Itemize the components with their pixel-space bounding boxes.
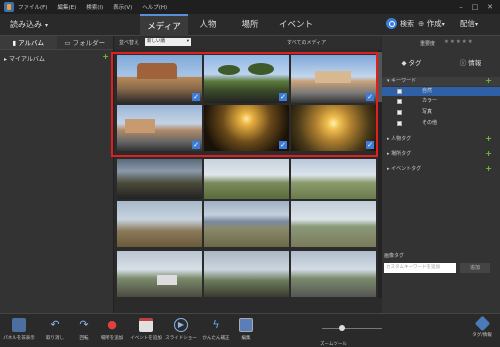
tab-media[interactable]: メディア xyxy=(140,14,188,36)
rotate-button[interactable]: ↷ 回転 xyxy=(72,318,96,341)
minimize-icon[interactable]: – xyxy=(456,2,466,12)
menu-find[interactable]: 検索(I) xyxy=(86,3,103,11)
photo-thumbnail[interactable] xyxy=(204,159,289,199)
tab-info[interactable]: ⓘ 情報 xyxy=(441,57,500,69)
hide-panel-button[interactable]: パネルを非表示 xyxy=(2,318,36,341)
photo-thumbnail[interactable] xyxy=(117,159,202,199)
app-logo-icon xyxy=(4,2,14,12)
image-edit-icon xyxy=(239,318,253,332)
plus-circle-icon: ⊕ xyxy=(418,19,425,28)
media-toolbar: 並べ替え 新しい順 ▾ すべてのメディア xyxy=(115,36,380,49)
custom-keyword-input[interactable]: カスタムキーワードを追加 xyxy=(384,263,456,273)
share-button[interactable]: 配信▾ xyxy=(460,18,478,29)
left-panel: ▮ アルバム ▭ フォルダー ▸ マイアルバム + xyxy=(0,36,114,313)
tab-tags[interactable]: ◆ タグ xyxy=(382,57,441,69)
maximize-icon[interactable]: □ xyxy=(470,2,480,12)
photo-thumbnail[interactable] xyxy=(291,159,376,199)
add-people-tag-icon[interactable]: + xyxy=(485,135,492,143)
search-button[interactable]: 検索 xyxy=(386,18,414,29)
keyword-item[interactable]: カラー xyxy=(382,97,500,106)
close-icon[interactable]: ✕ xyxy=(485,2,495,12)
add-place-tag-icon[interactable]: + xyxy=(485,150,492,158)
undo-icon: ↶ xyxy=(50,318,60,331)
import-button[interactable]: 読み込み ▾ xyxy=(10,19,48,30)
checkbox[interactable] xyxy=(397,121,402,126)
play-icon: ▶ xyxy=(174,318,188,332)
chevron-right-icon: ▸ xyxy=(4,56,8,63)
mode-bar: 読み込み ▾ メディア 人物 場所 イベント 検索 ⊕ 作成▾ 配信▾ xyxy=(0,14,500,36)
tab-places[interactable]: 場所 xyxy=(232,14,268,36)
chevron-down-icon: ▾ xyxy=(45,22,49,29)
menu-help[interactable]: ヘルプ(H) xyxy=(142,3,167,11)
people-tags-section[interactable]: ▸ 人物タグ + xyxy=(382,135,500,144)
event-tags-section[interactable]: ▸ イベントタグ + xyxy=(382,165,500,174)
panel-icon xyxy=(12,318,26,332)
menu-file[interactable]: ファイル(F) xyxy=(18,3,47,11)
edit-button[interactable]: 編集 xyxy=(234,318,258,341)
keywords-section[interactable]: ▾ キーワード + xyxy=(382,77,500,86)
tag-icon: ◆ xyxy=(401,59,407,67)
breadcrumb: すべてのメディア xyxy=(287,40,327,46)
keyword-item[interactable]: 自然 xyxy=(382,87,500,96)
tab-folders[interactable]: ▭ フォルダー xyxy=(57,36,114,49)
chevron-right-icon: ▸ xyxy=(387,151,390,157)
zoom-slider-knob[interactable] xyxy=(339,325,345,331)
search-icon xyxy=(386,18,397,29)
map-pin-icon: ● xyxy=(107,318,117,331)
keyword-item[interactable]: 写真 xyxy=(382,108,500,117)
image-tags-label: 画像タグ xyxy=(384,253,405,259)
keyword-item[interactable]: その他 xyxy=(382,119,500,128)
tags-info-button[interactable]: タグ/情報 xyxy=(466,315,498,338)
photo-thumbnail[interactable] xyxy=(291,201,376,247)
menu-view[interactable]: 表示(V) xyxy=(113,3,132,11)
selection-highlight xyxy=(111,52,378,157)
sort-select[interactable]: 新しい順 ▾ xyxy=(145,38,191,46)
add-keyword-icon[interactable]: + xyxy=(485,77,492,85)
checkbox[interactable] xyxy=(397,89,402,94)
place-tags-section[interactable]: ▸ 場所タグ + xyxy=(382,150,500,159)
add-place-button[interactable]: ● 場所を追加 xyxy=(96,318,128,341)
info-icon: ⓘ xyxy=(459,59,467,67)
photo-thumbnail[interactable] xyxy=(291,251,376,297)
checkbox[interactable] xyxy=(397,110,402,115)
lightning-icon: ϟ xyxy=(212,318,220,331)
rotate-icon: ↷ xyxy=(79,318,89,331)
menu-bar: ファイル(F) 編集(E) 検索(I) 表示(V) ヘルプ(H) – □ ✕ xyxy=(0,0,500,14)
add-event-button[interactable]: イベントを追加 xyxy=(128,318,164,341)
zoom-slider[interactable] xyxy=(322,328,382,329)
add-tag-button[interactable]: 追加 xyxy=(460,263,490,273)
chevron-right-icon: ▸ xyxy=(387,136,390,142)
tag-icon xyxy=(474,315,490,332)
calendar-icon xyxy=(139,318,153,332)
bottom-toolbar: パネルを非表示 ↶ 取り消し ↷ 回転 ● 場所を追加 イベントを追加 ▶ スラ… xyxy=(0,313,500,347)
photo-thumbnail[interactable] xyxy=(204,201,289,247)
tab-events[interactable]: イベント xyxy=(274,14,318,36)
rating-label: 重要度 xyxy=(420,41,436,47)
rating-stars[interactable]: ★★★★★ xyxy=(444,39,474,45)
tab-people[interactable]: 人物 xyxy=(190,14,226,36)
album-icon: ▮ xyxy=(12,39,17,47)
slideshow-button[interactable]: ▶ スライドショー xyxy=(164,318,198,341)
menu-edit[interactable]: 編集(E) xyxy=(57,3,76,11)
chevron-down-icon: ▾ xyxy=(387,78,390,84)
photo-thumbnail[interactable] xyxy=(204,251,289,297)
folder-icon: ▭ xyxy=(64,39,71,47)
add-event-tag-icon[interactable]: + xyxy=(485,165,492,173)
create-button[interactable]: ⊕ 作成▾ xyxy=(418,18,445,29)
photo-thumbnail[interactable] xyxy=(117,201,202,247)
sort-label: 並べ替え xyxy=(119,40,140,46)
chevron-right-icon: ▸ xyxy=(387,166,390,172)
checkbox[interactable] xyxy=(397,99,402,104)
zoom-label: ズームツール xyxy=(320,342,347,347)
add-album-icon[interactable]: + xyxy=(102,53,109,63)
photo-thumbnail[interactable] xyxy=(117,251,202,297)
tab-albums[interactable]: ▮ アルバム xyxy=(0,36,57,49)
undo-button[interactable]: ↶ 取り消し xyxy=(40,318,70,341)
my-albums-section[interactable]: ▸ マイアルバム + xyxy=(0,50,113,67)
quick-fix-button[interactable]: ϟ かんたん補正 xyxy=(198,318,234,341)
